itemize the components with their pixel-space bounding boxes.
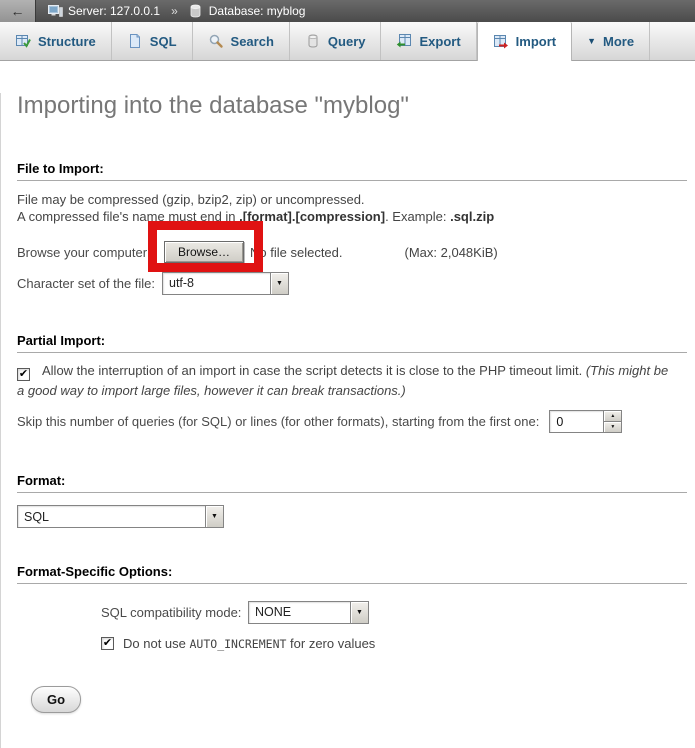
auto-increment-label: Do not use AUTO_INCREMENT for zero value… (123, 636, 375, 651)
tab-label: Import (516, 34, 556, 49)
breadcrumb-separator: » (171, 4, 178, 18)
section-title-format-options: Format-Specific Options: (17, 564, 687, 579)
breadcrumb-bar: ← Server: 127.0.0.1 » Database: myblog (0, 0, 695, 22)
server-icon (48, 4, 63, 18)
export-icon (396, 33, 412, 49)
tab-bar: Structure SQL Search Query (0, 22, 695, 61)
skip-queries-label: Skip this number of queries (for SQL) or… (17, 414, 539, 429)
allow-interruption-text: Allow the interruption of an import in c… (42, 363, 586, 378)
no-file-selected-text: No file selected. (250, 245, 343, 260)
go-button[interactable]: Go (31, 686, 81, 713)
autoinc-prefix: Do not use (123, 636, 190, 651)
help-line2-example: .sql.zip (450, 209, 494, 224)
max-size-text: (Max: 2,048KiB) (405, 245, 498, 260)
section-rule (17, 583, 687, 584)
allow-interruption-row: ✔ Allow the interruption of an import in … (17, 361, 687, 400)
allow-interruption-italic1: (This might be (586, 363, 668, 378)
structure-icon (15, 33, 31, 49)
back-button[interactable]: ← (0, 0, 36, 22)
section-rule (17, 180, 687, 181)
section-rule (17, 352, 687, 353)
charset-select-value: utf-8 (163, 273, 270, 294)
select-arrow-icon[interactable]: ▼ (270, 273, 288, 294)
autoinc-suffix: for zero values (286, 636, 375, 651)
chevron-down-icon: ▼ (587, 36, 596, 46)
section-title-file-to-import: File to Import: (17, 161, 687, 176)
breadcrumb-database-link[interactable]: Database: myblog (209, 4, 306, 18)
browse-computer-label: Browse your computer: (17, 245, 164, 260)
charset-label: Character set of the file: (17, 276, 162, 291)
select-arrow-icon[interactable]: ▼ (205, 506, 223, 527)
tab-label: SQL (150, 34, 177, 49)
autoinc-code: AUTO_INCREMENT (190, 637, 287, 651)
allow-interruption-checkbox[interactable]: ✔ (17, 368, 30, 381)
format-select-value: SQL (18, 506, 205, 527)
skip-queries-input[interactable]: 0 ▲ ▼ (549, 410, 622, 433)
tab-import[interactable]: Import (477, 22, 572, 61)
import-icon (493, 34, 509, 50)
spinner-down-icon[interactable]: ▼ (604, 421, 621, 432)
tab-label: More (603, 34, 634, 49)
format-select[interactable]: SQL ▼ (17, 505, 224, 528)
tab-more[interactable]: ▼ More (572, 22, 650, 60)
tab-label: Query (328, 34, 366, 49)
help-line2-prefix: A compressed file's name must end in (17, 209, 239, 224)
main-content: Importing into the database "myblog" Fil… (0, 93, 695, 748)
charset-select[interactable]: utf-8 ▼ (162, 272, 289, 295)
breadcrumb-server-link[interactable]: Server: 127.0.0.1 (68, 4, 160, 18)
sql-icon (127, 33, 143, 49)
page-title: Importing into the database "myblog" (17, 93, 687, 119)
section-title-partial-import: Partial Import: (17, 333, 687, 348)
query-icon (305, 33, 321, 49)
help-line2-mid: . Example: (385, 209, 450, 224)
help-line2-format: .[format].[compression] (239, 209, 385, 224)
section-rule (17, 492, 687, 493)
tab-label: Structure (38, 34, 96, 49)
file-import-help-text: File may be compressed (gzip, bzip2, zip… (17, 191, 687, 225)
help-line1: File may be compressed (gzip, bzip2, zip… (17, 192, 365, 207)
search-icon (208, 33, 224, 49)
tab-label: Search (231, 34, 274, 49)
database-icon (189, 4, 204, 18)
tab-sql[interactable]: SQL (112, 22, 193, 60)
allow-interruption-italic2: a good way to import large files, howeve… (17, 383, 406, 398)
sql-compat-select[interactable]: NONE ▼ (248, 601, 369, 624)
breadcrumb: Server: 127.0.0.1 » Database: myblog (48, 4, 305, 18)
auto-increment-checkbox[interactable]: ✔ (101, 637, 114, 650)
sql-compat-label: SQL compatibility mode: (101, 605, 248, 620)
spinner-up-icon[interactable]: ▲ (604, 411, 621, 421)
section-title-format: Format: (17, 473, 687, 488)
tab-structure[interactable]: Structure (0, 22, 112, 60)
sql-compat-select-value: NONE (249, 602, 350, 623)
tab-label: Export (419, 34, 460, 49)
browse-button[interactable]: Browse… (164, 241, 244, 263)
tab-search[interactable]: Search (193, 22, 290, 60)
tab-query[interactable]: Query (290, 22, 382, 60)
tab-export[interactable]: Export (381, 22, 476, 60)
select-arrow-icon[interactable]: ▼ (350, 602, 368, 623)
skip-queries-value: 0 (550, 411, 603, 432)
